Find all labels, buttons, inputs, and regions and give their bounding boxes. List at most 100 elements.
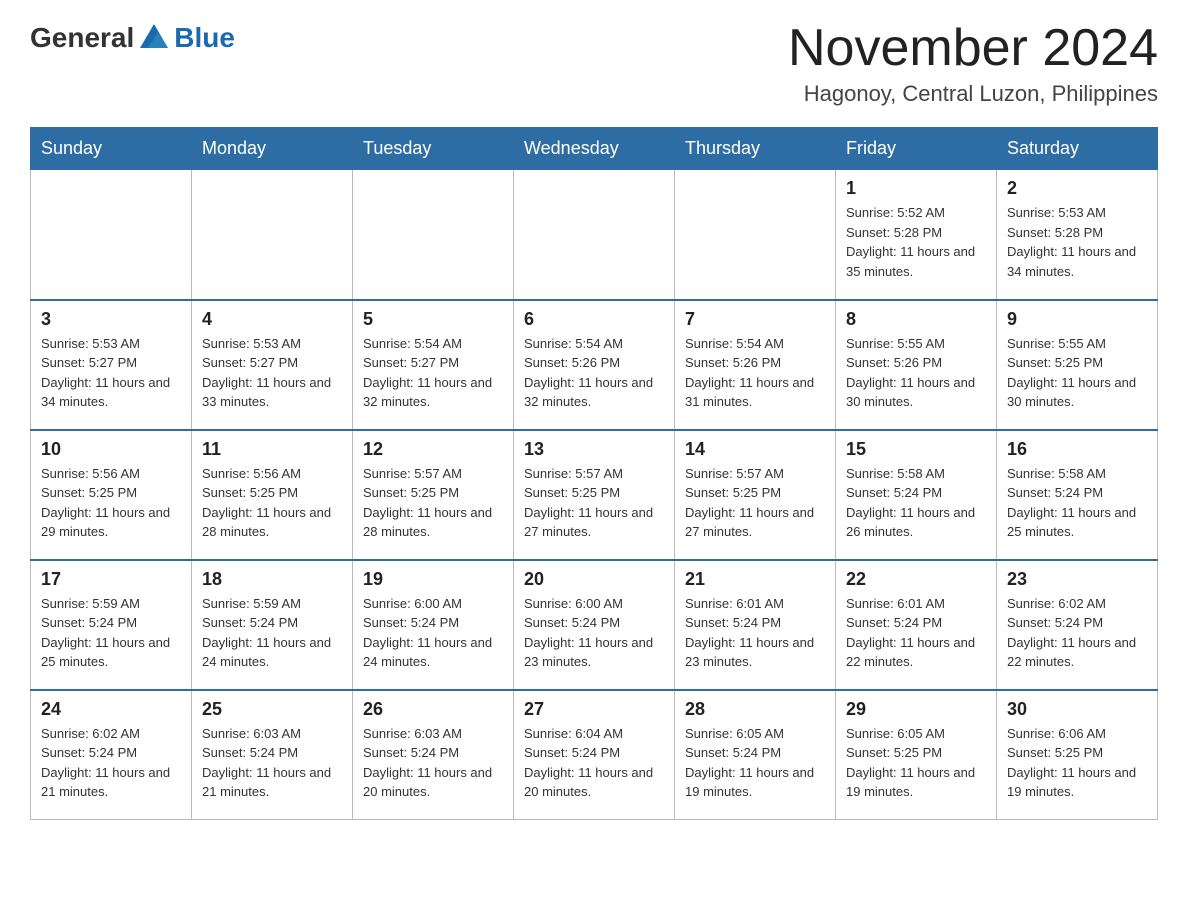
calendar-cell: 18 Sunrise: 5:59 AMSunset: 5:24 PMDayligh… bbox=[192, 560, 353, 690]
day-info: Sunrise: 6:02 AMSunset: 5:24 PMDaylight:… bbox=[41, 724, 181, 802]
logo: General Blue bbox=[30, 20, 235, 56]
calendar-cell: 4Sunrise: 5:53 AMSunset: 5:27 PMDaylight… bbox=[192, 300, 353, 430]
day-info: Sunrise: 5:54 AMSunset: 5:27 PMDaylight:… bbox=[363, 334, 503, 412]
day-number: 15 bbox=[846, 439, 986, 460]
day-number: 3 bbox=[41, 309, 181, 330]
day-info: Sunrise: 5:57 AMSunset: 5:25 PMDaylight:… bbox=[685, 464, 825, 542]
day-info: Sunrise: 6:03 AMSunset: 5:24 PMDaylight:… bbox=[363, 724, 503, 802]
calendar-cell: 17Sunrise: 5:59 AMSunset: 5:24 PMDayligh… bbox=[31, 560, 192, 690]
calendar-week-row: 24 Sunrise: 6:02 AMSunset: 5:24 PMDayligh… bbox=[31, 690, 1158, 820]
day-info: Sunrise: 5:53 AMSunset: 5:28 PMDaylight:… bbox=[1007, 203, 1147, 281]
calendar-cell: 7 Sunrise: 5:54 AMSunset: 5:26 PMDaylight… bbox=[675, 300, 836, 430]
calendar-cell: 24 Sunrise: 6:02 AMSunset: 5:24 PMDayligh… bbox=[31, 690, 192, 820]
calendar-header-thursday: Thursday bbox=[675, 128, 836, 170]
day-number: 2 bbox=[1007, 178, 1147, 199]
day-info: Sunrise: 5:56 AMSunset: 5:25 PMDaylight:… bbox=[202, 464, 342, 542]
calendar-cell: 12 Sunrise: 5:57 AMSunset: 5:25 PMDayligh… bbox=[353, 430, 514, 560]
day-number: 9 bbox=[1007, 309, 1147, 330]
calendar-cell: 8Sunrise: 5:55 AMSunset: 5:26 PMDaylight… bbox=[836, 300, 997, 430]
calendar-cell: 30 Sunrise: 6:06 AMSunset: 5:25 PMDayligh… bbox=[997, 690, 1158, 820]
calendar-header-wednesday: Wednesday bbox=[514, 128, 675, 170]
calendar-cell: 27Sunrise: 6:04 AMSunset: 5:24 PMDayligh… bbox=[514, 690, 675, 820]
calendar-cell: 28Sunrise: 6:05 AMSunset: 5:24 PMDayligh… bbox=[675, 690, 836, 820]
day-info: Sunrise: 6:00 AMSunset: 5:24 PMDaylight:… bbox=[363, 594, 503, 672]
day-number: 12 bbox=[363, 439, 503, 460]
calendar-header-monday: Monday bbox=[192, 128, 353, 170]
day-info: Sunrise: 6:01 AMSunset: 5:24 PMDaylight:… bbox=[685, 594, 825, 672]
day-info: Sunrise: 5:53 AMSunset: 5:27 PMDaylight:… bbox=[41, 334, 181, 412]
day-info: Sunrise: 6:01 AMSunset: 5:24 PMDaylight:… bbox=[846, 594, 986, 672]
calendar-cell: 9 Sunrise: 5:55 AMSunset: 5:25 PMDaylight… bbox=[997, 300, 1158, 430]
day-number: 29 bbox=[846, 699, 986, 720]
calendar-cell bbox=[514, 170, 675, 300]
calendar-cell: 21 Sunrise: 6:01 AMSunset: 5:24 PMDayligh… bbox=[675, 560, 836, 690]
day-number: 7 bbox=[685, 309, 825, 330]
day-info: Sunrise: 5:55 AMSunset: 5:25 PMDaylight:… bbox=[1007, 334, 1147, 412]
day-info: Sunrise: 5:54 AMSunset: 5:26 PMDaylight:… bbox=[685, 334, 825, 412]
month-title: November 2024 bbox=[788, 20, 1158, 77]
day-number: 1 bbox=[846, 178, 986, 199]
calendar-cell: 29 Sunrise: 6:05 AMSunset: 5:25 PMDayligh… bbox=[836, 690, 997, 820]
day-number: 10 bbox=[41, 439, 181, 460]
day-info: Sunrise: 5:58 AMSunset: 5:24 PMDaylight:… bbox=[846, 464, 986, 542]
calendar-cell: 5 Sunrise: 5:54 AMSunset: 5:27 PMDaylight… bbox=[353, 300, 514, 430]
day-number: 27 bbox=[524, 699, 664, 720]
calendar-cell: 22 Sunrise: 6:01 AMSunset: 5:24 PMDayligh… bbox=[836, 560, 997, 690]
calendar-header-row: SundayMondayTuesdayWednesdayThursdayFrid… bbox=[31, 128, 1158, 170]
day-number: 26 bbox=[363, 699, 503, 720]
day-info: Sunrise: 5:52 AMSunset: 5:28 PMDaylight:… bbox=[846, 203, 986, 281]
day-info: Sunrise: 6:05 AMSunset: 5:24 PMDaylight:… bbox=[685, 724, 825, 802]
calendar-cell: 16 Sunrise: 5:58 AMSunset: 5:24 PMDayligh… bbox=[997, 430, 1158, 560]
day-number: 30 bbox=[1007, 699, 1147, 720]
calendar-cell: 13 Sunrise: 5:57 AMSunset: 5:25 PMDayligh… bbox=[514, 430, 675, 560]
day-info: Sunrise: 5:58 AMSunset: 5:24 PMDaylight:… bbox=[1007, 464, 1147, 542]
calendar-cell bbox=[31, 170, 192, 300]
calendar-cell: 19 Sunrise: 6:00 AMSunset: 5:24 PMDayligh… bbox=[353, 560, 514, 690]
day-info: Sunrise: 6:02 AMSunset: 5:24 PMDaylight:… bbox=[1007, 594, 1147, 672]
day-number: 23 bbox=[1007, 569, 1147, 590]
day-number: 22 bbox=[846, 569, 986, 590]
calendar-cell: 11 Sunrise: 5:56 AMSunset: 5:25 PMDayligh… bbox=[192, 430, 353, 560]
calendar-cell bbox=[353, 170, 514, 300]
day-number: 18 bbox=[202, 569, 342, 590]
location-subtitle: Hagonoy, Central Luzon, Philippines bbox=[788, 81, 1158, 107]
calendar-cell: 2 Sunrise: 5:53 AMSunset: 5:28 PMDaylight… bbox=[997, 170, 1158, 300]
day-info: Sunrise: 6:00 AMSunset: 5:24 PMDaylight:… bbox=[524, 594, 664, 672]
calendar-cell bbox=[192, 170, 353, 300]
calendar-week-row: 10 Sunrise: 5:56 AMSunset: 5:25 PMDayligh… bbox=[31, 430, 1158, 560]
calendar-header-tuesday: Tuesday bbox=[353, 128, 514, 170]
day-number: 24 bbox=[41, 699, 181, 720]
calendar-week-row: 17Sunrise: 5:59 AMSunset: 5:24 PMDayligh… bbox=[31, 560, 1158, 690]
calendar-header-sunday: Sunday bbox=[31, 128, 192, 170]
day-number: 13 bbox=[524, 439, 664, 460]
logo-icon bbox=[136, 20, 172, 56]
title-section: November 2024 Hagonoy, Central Luzon, Ph… bbox=[788, 20, 1158, 107]
day-number: 6 bbox=[524, 309, 664, 330]
logo-blue: Blue bbox=[174, 22, 235, 54]
day-info: Sunrise: 5:59 AMSunset: 5:24 PMDaylight:… bbox=[202, 594, 342, 672]
calendar-cell: 25Sunrise: 6:03 AMSunset: 5:24 PMDayligh… bbox=[192, 690, 353, 820]
day-number: 19 bbox=[363, 569, 503, 590]
day-info: Sunrise: 5:57 AMSunset: 5:25 PMDaylight:… bbox=[363, 464, 503, 542]
day-info: Sunrise: 6:06 AMSunset: 5:25 PMDaylight:… bbox=[1007, 724, 1147, 802]
day-number: 21 bbox=[685, 569, 825, 590]
day-number: 16 bbox=[1007, 439, 1147, 460]
logo-general: General bbox=[30, 22, 134, 54]
calendar-cell: 6 Sunrise: 5:54 AMSunset: 5:26 PMDaylight… bbox=[514, 300, 675, 430]
day-info: Sunrise: 5:57 AMSunset: 5:25 PMDaylight:… bbox=[524, 464, 664, 542]
calendar-cell bbox=[675, 170, 836, 300]
day-info: Sunrise: 5:54 AMSunset: 5:26 PMDaylight:… bbox=[524, 334, 664, 412]
day-info: Sunrise: 5:59 AMSunset: 5:24 PMDaylight:… bbox=[41, 594, 181, 672]
calendar-cell: 15 Sunrise: 5:58 AMSunset: 5:24 PMDayligh… bbox=[836, 430, 997, 560]
day-info: Sunrise: 6:05 AMSunset: 5:25 PMDaylight:… bbox=[846, 724, 986, 802]
calendar-cell: 23 Sunrise: 6:02 AMSunset: 5:24 PMDayligh… bbox=[997, 560, 1158, 690]
calendar-cell: 1 Sunrise: 5:52 AMSunset: 5:28 PMDaylight… bbox=[836, 170, 997, 300]
day-number: 5 bbox=[363, 309, 503, 330]
day-number: 20 bbox=[524, 569, 664, 590]
calendar-cell: 10Sunrise: 5:56 AMSunset: 5:25 PMDayligh… bbox=[31, 430, 192, 560]
day-info: Sunrise: 6:03 AMSunset: 5:24 PMDaylight:… bbox=[202, 724, 342, 802]
calendar-header-friday: Friday bbox=[836, 128, 997, 170]
page-header: General Blue November 2024 Hagonoy, Cent… bbox=[30, 20, 1158, 107]
day-info: Sunrise: 5:55 AMSunset: 5:26 PMDaylight:… bbox=[846, 334, 986, 412]
day-number: 11 bbox=[202, 439, 342, 460]
